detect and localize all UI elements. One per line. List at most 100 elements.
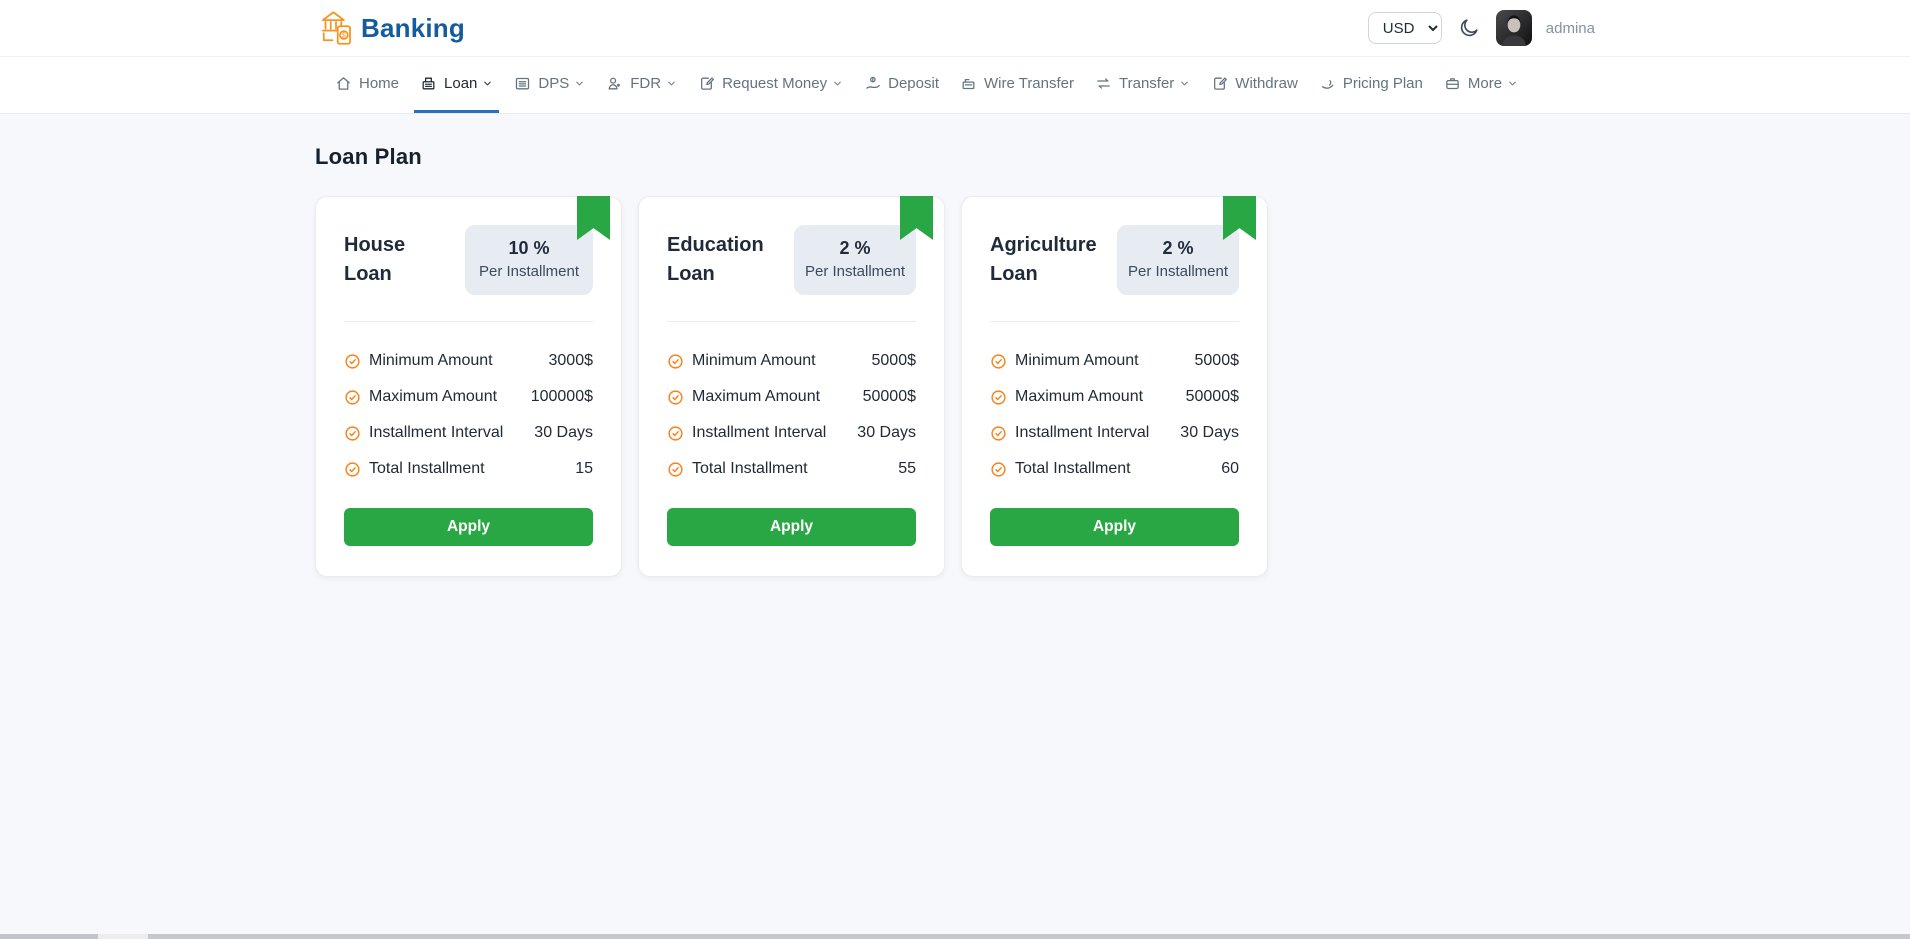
nav-item-loan[interactable]: Loan [414, 57, 500, 113]
feature-row: Installment Interval 30 Days [990, 424, 1239, 442]
nav-item-deposit[interactable]: Deposit [858, 57, 945, 113]
rate-value: 10 % [508, 237, 550, 258]
feature-value: 55 [898, 460, 916, 477]
loan-title: Agriculture Loan [990, 234, 1097, 285]
brand-logo[interactable]: $ Banking [315, 7, 465, 49]
feature-value: 5000$ [871, 352, 917, 369]
feature-value: 5000$ [1194, 352, 1240, 369]
rate-badge: 2 % Per Installment [1117, 224, 1239, 296]
bank-with-phone-icon: $ [315, 7, 357, 49]
feature-label-text: Minimum Amount [369, 352, 493, 369]
feature-row: Total Installment 60 [990, 460, 1239, 478]
scrollbar-segment [98, 934, 148, 939]
nav-item-wire-transfer[interactable]: Wire Transfer [954, 57, 1080, 113]
app-header: $ Banking USD admina [0, 0, 1910, 57]
apply-button[interactable]: Apply [990, 508, 1239, 546]
scrollbar-segment [148, 934, 1910, 939]
username[interactable]: admina [1546, 20, 1595, 37]
feature-label-text: Installment Interval [369, 424, 504, 441]
feature-value: 30 Days [857, 424, 916, 441]
nav-item-pricing-plan[interactable]: Pricing Plan [1313, 57, 1429, 113]
apply-button[interactable]: Apply [667, 508, 916, 546]
deposit-icon [864, 75, 881, 92]
divider [344, 321, 593, 322]
feature-row: Maximum Amount 50000$ [990, 388, 1239, 406]
chevron-down-icon [832, 78, 843, 89]
feature-label-text: Minimum Amount [692, 352, 816, 369]
feature-value: 15 [575, 460, 593, 477]
chevron-down-icon [574, 78, 585, 89]
horizontal-scrollbar[interactable] [0, 934, 1910, 939]
feature-row: Maximum Amount 100000$ [344, 388, 593, 406]
feature-value: 50000$ [1185, 388, 1239, 405]
check-circle-icon [667, 461, 684, 478]
feature-value: 30 Days [1180, 424, 1239, 441]
wire-transfer-icon [960, 75, 977, 92]
svg-text:$: $ [342, 33, 346, 40]
feature-row: Installment Interval 30 Days [667, 424, 916, 442]
nav-item-dps[interactable]: DPS [508, 57, 591, 113]
feature-value: 30 Days [534, 424, 593, 441]
loan-title: Education Loan [667, 234, 764, 285]
feature-label-text: Maximum Amount [692, 388, 821, 405]
scrollbar-segment [0, 934, 98, 939]
feature-row: Minimum Amount 3000$ [344, 352, 593, 370]
feature-label-text: Total Installment [1015, 460, 1131, 477]
rate-period: Per Installment [804, 262, 906, 280]
feature-label-text: Installment Interval [1015, 424, 1150, 441]
nav-item-fdr[interactable]: FDR [600, 57, 683, 113]
rate-period: Per Installment [1127, 262, 1229, 280]
brand-name: Banking [361, 12, 465, 43]
more-icon [1444, 75, 1461, 92]
avatar[interactable] [1495, 10, 1532, 46]
feature-value: 60 [1221, 460, 1239, 477]
nav-item-transfer[interactable]: Transfer [1089, 57, 1196, 113]
apply-button[interactable]: Apply [344, 508, 593, 546]
feature-label-text: Minimum Amount [1015, 352, 1139, 369]
divider [667, 321, 916, 322]
check-circle-icon [344, 425, 361, 442]
rate-badge: 10 % Per Installment [465, 224, 593, 296]
fdr-icon [606, 75, 623, 92]
loan-icon [420, 75, 437, 92]
page-title: Loan Plan [315, 144, 422, 169]
chevron-down-icon [1179, 78, 1190, 89]
check-circle-icon [667, 353, 684, 370]
check-circle-icon [667, 425, 684, 442]
dark-mode-toggle[interactable] [1456, 15, 1482, 41]
rate-period: Per Installment [478, 262, 580, 280]
request-money-icon [698, 75, 715, 92]
feature-row: Maximum Amount 50000$ [667, 388, 916, 406]
dps-icon [514, 75, 531, 92]
chevron-down-icon [482, 78, 493, 89]
loan-card-house: House Loan 10 % Per Installment Minimum … [315, 196, 622, 577]
main-navigation: Home Loan DPS FDR Request Money Deposit … [0, 57, 1910, 114]
check-circle-icon [990, 461, 1007, 478]
nav-item-more[interactable]: More [1438, 57, 1524, 113]
feature-value: 100000$ [530, 388, 593, 405]
moon-icon [1458, 17, 1480, 39]
currency-select[interactable]: USD [1367, 12, 1442, 44]
transfer-icon [1095, 75, 1112, 92]
loan-title: House Loan [344, 234, 406, 285]
feature-value: 50000$ [862, 388, 916, 405]
rate-value: 2 % [1162, 237, 1194, 258]
check-circle-icon [990, 389, 1007, 406]
bookmark-ribbon-icon [577, 196, 610, 240]
feature-label-text: Total Installment [692, 460, 808, 477]
feature-label-text: Maximum Amount [369, 388, 498, 405]
chevron-down-icon [1507, 78, 1518, 89]
feature-row: Minimum Amount 5000$ [667, 352, 916, 370]
bookmark-ribbon-icon [900, 196, 933, 240]
check-circle-icon [344, 461, 361, 478]
feature-row: Total Installment 55 [667, 460, 916, 478]
feature-label-text: Total Installment [369, 460, 485, 477]
check-circle-icon [990, 353, 1007, 370]
feature-label-text: Installment Interval [692, 424, 827, 441]
nav-item-request-money[interactable]: Request Money [692, 57, 849, 113]
loan-card-education: Education Loan 2 % Per Installment Minim… [638, 196, 945, 577]
feature-label-text: Maximum Amount [1015, 388, 1144, 405]
nav-item-withdraw[interactable]: Withdraw [1205, 57, 1304, 113]
feature-row: Minimum Amount 5000$ [990, 352, 1239, 370]
nav-item-home[interactable]: Home [329, 57, 405, 113]
